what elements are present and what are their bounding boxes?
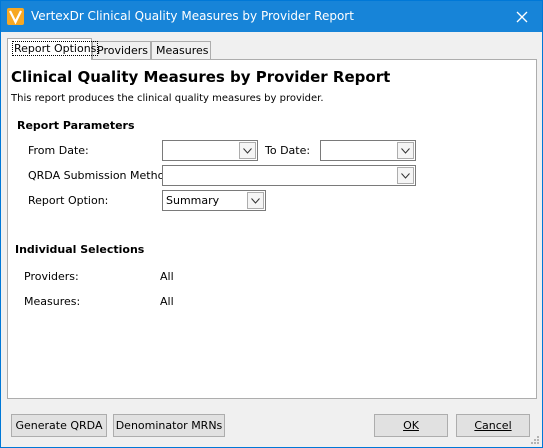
report-parameters-heading: Report Parameters (17, 119, 135, 132)
cancel-button[interactable]: Cancel (456, 414, 530, 437)
title-bar[interactable]: VertexDr Clinical Quality Measures by Pr… (1, 1, 542, 32)
tab-providers[interactable]: Providers (92, 41, 151, 59)
report-dialog: VertexDr Clinical Quality Measures by Pr… (0, 0, 543, 448)
report-option-label: Report Option: (28, 194, 109, 207)
chevron-down-icon (401, 147, 410, 154)
individual-selections-heading: Individual Selections (15, 243, 145, 256)
report-option-value: Summary (166, 194, 220, 207)
to-date-label: To Date: (265, 144, 311, 157)
close-button[interactable] (502, 1, 542, 32)
cancel-button-label: Cancel (474, 419, 512, 432)
qrda-submission-method-select[interactable] (162, 165, 416, 186)
resize-grip-icon[interactable] (530, 435, 540, 445)
report-option-select[interactable]: Summary (162, 190, 266, 211)
to-date-picker[interactable] (320, 140, 416, 161)
tab-label: Providers (97, 44, 149, 57)
denominator-mrns-button[interactable]: Denominator MRNs (113, 414, 225, 437)
report-option-dropdown-button[interactable] (247, 192, 264, 209)
chevron-down-icon (401, 172, 410, 179)
tab-label: Measures (156, 44, 209, 57)
tab-measures[interactable]: Measures (151, 41, 211, 59)
qrda-dropdown-button[interactable] (397, 167, 414, 184)
from-date-dropdown-button[interactable] (239, 142, 256, 159)
window-title: VertexDr Clinical Quality Measures by Pr… (31, 9, 354, 23)
measures-value: All (160, 295, 174, 308)
measures-label: Measures: (24, 295, 81, 308)
chevron-down-icon (243, 147, 252, 154)
close-icon (516, 11, 528, 22)
to-date-dropdown-button[interactable] (397, 142, 414, 159)
from-date-label: From Date: (28, 144, 89, 157)
tab-label: Report Options (12, 41, 99, 56)
generate-qrda-button[interactable]: Generate QRDA (11, 414, 107, 437)
button-bar: Generate QRDA Denominator MRNs OK Cancel (1, 399, 542, 447)
report-description: This report produces the clinical qualit… (11, 93, 324, 104)
providers-value: All (160, 270, 174, 283)
ok-button[interactable]: OK (374, 414, 448, 437)
page-title: Clinical Quality Measures by Provider Re… (11, 68, 391, 86)
from-date-picker[interactable] (162, 140, 258, 161)
providers-label: Providers: (24, 270, 79, 283)
tab-report-options[interactable]: Report Options (7, 38, 99, 60)
vertexdr-logo-icon (7, 8, 24, 25)
qrda-submission-method-label: QRDA Submission Method (28, 169, 172, 182)
chevron-down-icon (251, 197, 260, 204)
ok-button-label: OK (403, 419, 419, 432)
report-options-panel: Clinical Quality Measures by Provider Re… (7, 59, 537, 399)
